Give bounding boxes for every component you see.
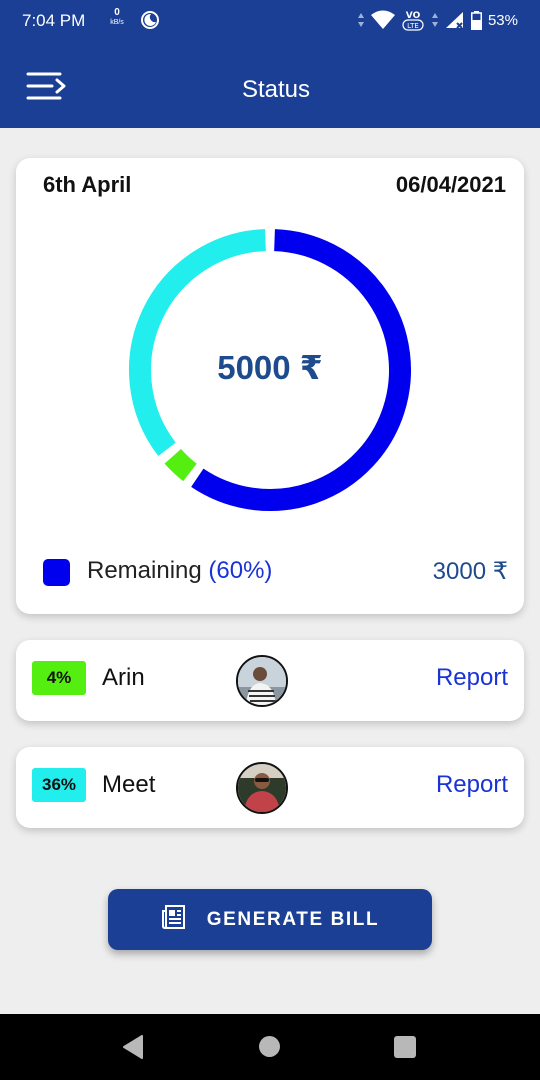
data-arrows-icon — [431, 13, 438, 27]
signal-icon — [445, 12, 463, 29]
percent-badge: 4% — [32, 661, 86, 695]
member-row-meet: 36% Meet Report — [16, 747, 524, 828]
member-name: Arin — [102, 664, 145, 691]
donut-slice-arin — [164, 448, 197, 482]
avatar — [236, 762, 288, 814]
back-icon[interactable] — [122, 1035, 144, 1059]
svg-text:LTE: LTE — [407, 22, 419, 30]
legend-amount: 3000 ₹ — [432, 558, 508, 585]
battery-percent: 53% — [487, 11, 518, 29]
chart-center-total: 5000 ₹ — [217, 349, 323, 386]
page-title: Status — [241, 76, 311, 103]
receipt-icon — [161, 904, 187, 935]
avatar — [236, 655, 288, 707]
network-speed-unit: kB/s — [110, 19, 124, 26]
member-name: Meet — [102, 771, 156, 798]
do-not-disturb-icon — [140, 10, 160, 35]
battery-icon — [470, 10, 482, 30]
legend-percent: (60%) — [208, 557, 273, 584]
summary-card: 6th April 06/04/2021 5000 ₹ Remaining (6… — [16, 158, 524, 614]
member-row-arin: 4% Arin Report — [16, 640, 524, 721]
generate-bill-button[interactable]: GENERATE BILL — [108, 889, 432, 950]
report-link[interactable]: Report — [436, 664, 508, 692]
percent-badge: 36% — [32, 768, 86, 802]
system-nav-bar — [0, 1014, 540, 1080]
app-bar: Status — [0, 40, 540, 128]
report-link[interactable]: Report — [436, 771, 508, 799]
network-speed: 0 kB/s — [106, 8, 128, 28]
legend-name: Remaining — [87, 557, 202, 584]
legend-swatch — [43, 559, 70, 586]
wifi-icon — [370, 10, 395, 29]
recents-icon[interactable] — [394, 1036, 416, 1058]
donut-slice-meet — [129, 229, 266, 457]
status-bar: 7:04 PM 0 kB/s VO LTE 53% — [0, 0, 540, 40]
generate-bill-label: GENERATE BILL — [206, 908, 380, 930]
legend-label: Remaining (60%) — [87, 557, 272, 585]
data-arrows-icon — [357, 13, 364, 27]
home-icon[interactable] — [259, 1036, 280, 1057]
status-icons: VO LTE 53% — [357, 8, 518, 32]
status-time: 7:04 PM — [22, 11, 86, 30]
volte-icon: VO LTE — [402, 11, 424, 31]
network-speed-value: 0 — [114, 7, 120, 18]
